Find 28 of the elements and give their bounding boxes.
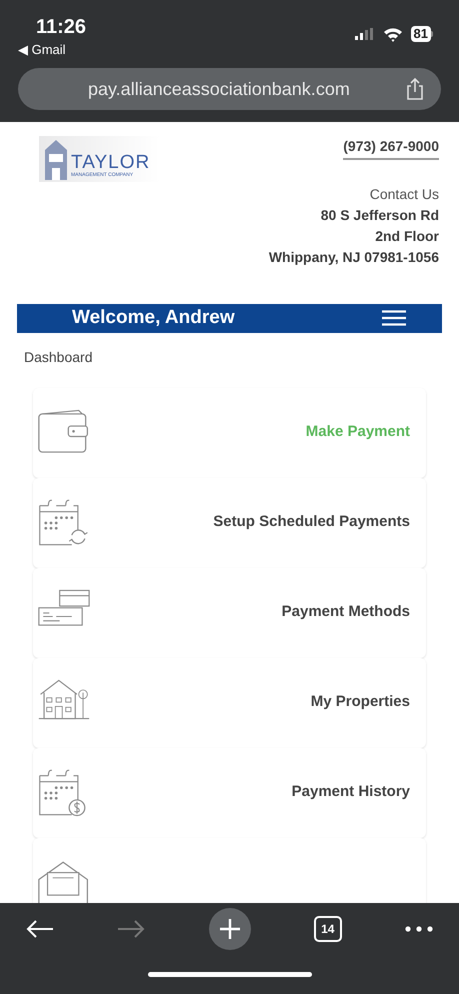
menu-item[interactable]: Payment Methods: [33, 568, 426, 658]
menu-item[interactable]: Setup Scheduled Payments: [33, 478, 426, 568]
back-arrow-icon[interactable]: [26, 919, 54, 939]
more-icon[interactable]: [405, 926, 433, 932]
phone-link[interactable]: (973) 267-9000: [343, 136, 439, 160]
contact-us-label: Contact Us: [370, 185, 439, 204]
address-bar[interactable]: pay.allianceassociationbank.com: [18, 68, 441, 110]
address-line: Whippany, NJ 07981-1056: [268, 248, 439, 267]
new-tab-button[interactable]: [208, 908, 250, 950]
share-icon[interactable]: [405, 77, 425, 101]
status-time: 11:26: [36, 16, 86, 38]
address-line: 80 S Jefferson Rd: [320, 206, 439, 225]
url-text: pay.allianceassociationbank.com: [88, 78, 351, 101]
back-to-app-link[interactable]: ◀ Gmail: [18, 42, 441, 58]
breadcrumb: Dashboard: [23, 348, 94, 366]
menu-item[interactable]: My Properties: [33, 658, 426, 748]
menu-icon[interactable]: [382, 310, 406, 326]
forward-arrow-icon[interactable]: [117, 919, 146, 939]
tab-count-button[interactable]: 14: [314, 916, 342, 942]
address-line: 2nd Floor: [375, 227, 439, 246]
signal-icon: [354, 28, 375, 40]
menu-item[interactable]: Payment History: [33, 748, 426, 838]
building-logo-icon: [43, 138, 69, 180]
plus-icon: [220, 919, 240, 939]
logo-name: TAYLOR: [71, 153, 150, 172]
wifi-icon: [382, 26, 403, 42]
welcome-title: Welcome, Andrew: [72, 306, 235, 330]
battery-level: 81: [410, 26, 431, 42]
